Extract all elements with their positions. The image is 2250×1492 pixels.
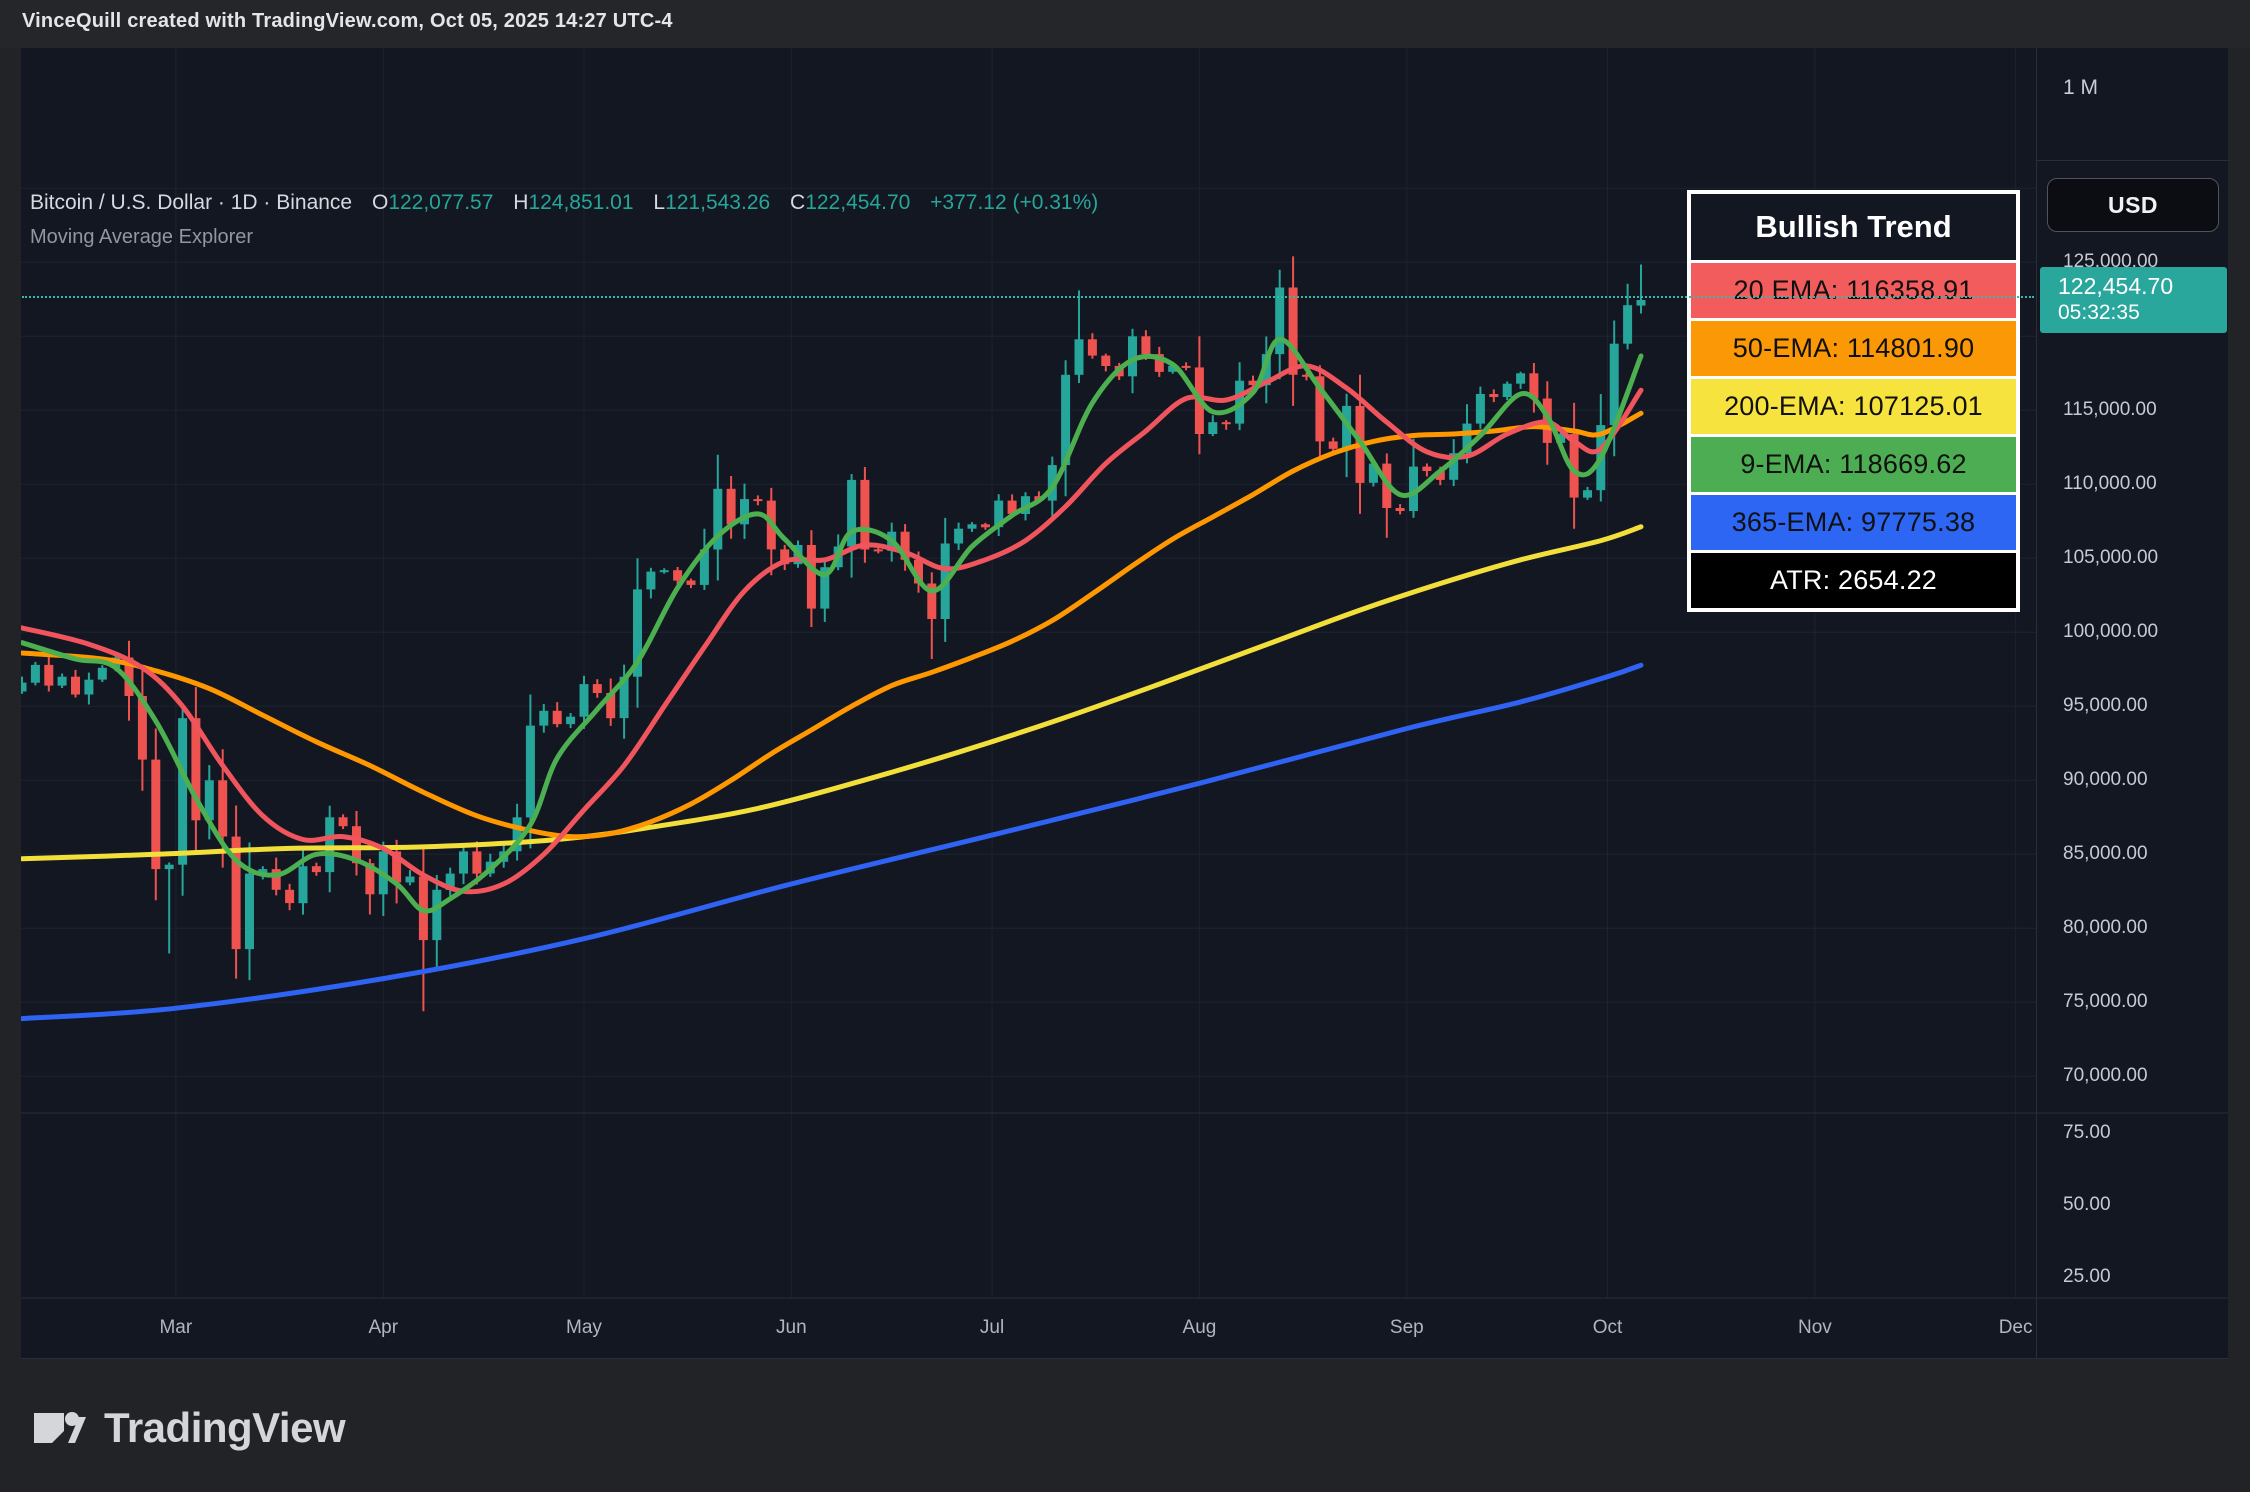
legend-row-200ema: 200-EMA: 107125.01 xyxy=(1691,379,2016,434)
currency-toggle-button[interactable]: USD xyxy=(2047,178,2219,232)
high-label: H xyxy=(513,191,529,214)
low-value: 121,543.26 xyxy=(665,191,771,214)
symbol-title[interactable]: Bitcoin / U.S. Dollar · 1D · Binance xyxy=(30,191,352,214)
time-axis[interactable]: Mar Apr May Jun Jul Aug Sep Oct Nov Dec xyxy=(21,1299,2036,1358)
tradingview-logo-icon xyxy=(34,1412,86,1443)
time-axis-label-mar: Mar xyxy=(159,1317,193,1338)
time-axis-label-jun: Jun xyxy=(776,1317,807,1338)
price-axis-label: 115,000.00 xyxy=(2063,399,2157,421)
indicator-title[interactable]: Moving Average Explorer xyxy=(30,220,1098,254)
price-axis-label: 100,000.00 xyxy=(2063,621,2159,643)
current-price-badge: 122,454.70 05:32:35 xyxy=(2040,267,2227,333)
price-scale[interactable]: 1 M USD 125,000.00 115,000.00 110,000.00 10… xyxy=(2036,48,2229,1358)
close-label: C xyxy=(790,191,806,214)
time-axis-label-sep: Sep xyxy=(1389,1317,1424,1338)
tradingview-screenshot: { "header": { "text": "VinceQuill create… xyxy=(0,0,2250,1492)
price-axis-label: 110,000.00 xyxy=(2063,473,2157,495)
price-axis-label: 70,000.00 xyxy=(2063,1065,2148,1087)
lower-pane-axis-label: 25.00 xyxy=(2063,1266,2111,1287)
open-label: O xyxy=(371,191,389,214)
price-axis-label: 85,000.00 xyxy=(2063,843,2148,865)
legend-row-atr: ATR: 2654.22 xyxy=(1691,553,2016,608)
legend-row-20ema: 20 EMA: 116358.91 xyxy=(1691,263,2016,318)
price-axis-label: 80,000.00 xyxy=(2063,917,2148,939)
time-axis-label-oct: Oct xyxy=(1592,1317,1623,1338)
scale-separator xyxy=(2037,160,2229,161)
time-axis-label-jul: Jul xyxy=(979,1317,1005,1338)
range-label: 1 M xyxy=(2063,76,2099,99)
legend-row-365ema: 365-EMA: 97775.38 xyxy=(1691,495,2016,550)
time-axis-label-may: May xyxy=(566,1317,602,1338)
high-value: 124,851.01 xyxy=(528,191,634,214)
close-value: 122,454.70 xyxy=(805,191,911,214)
legend-row-9ema: 9-EMA: 118669.62 xyxy=(1691,437,2016,492)
legend-title: Bullish Trend xyxy=(1691,194,2016,260)
price-axis-label: 105,000.00 xyxy=(2063,547,2159,569)
price-axis-label: 95,000.00 xyxy=(2063,695,2148,717)
legend-row-50ema: 50-EMA: 114801.90 xyxy=(1691,321,2016,376)
symbol-readout: Bitcoin / U.S. Dollar · 1D · Binance O12… xyxy=(30,186,1098,254)
badge-price: 122,454.70 xyxy=(2058,273,2174,299)
low-label: L xyxy=(653,191,666,214)
change-value: +377.12 (+0.31%) xyxy=(930,191,1099,214)
time-axis-label-aug: Aug xyxy=(1182,1317,1217,1338)
badge-countdown: 05:32:35 xyxy=(2058,301,2140,324)
price-axis-label: 90,000.00 xyxy=(2063,769,2148,791)
current-price-line xyxy=(22,296,2034,298)
open-value: 122,077.57 xyxy=(388,191,494,214)
time-axis-label-apr: Apr xyxy=(368,1317,399,1338)
symbol-title-row: Bitcoin / U.S. Dollar · 1D · Binance O12… xyxy=(30,186,1098,220)
lower-pane-axis-label: 50.00 xyxy=(2063,1194,2111,1215)
lower-pane-axis-label: 75.00 xyxy=(2063,1122,2111,1143)
ma-legend-box: Bullish Trend 20 EMA: 116358.91 50-EMA: … xyxy=(1687,190,2020,612)
time-axis-label-nov: Nov xyxy=(1798,1317,1832,1338)
tradingview-wordmark: TradingView xyxy=(104,1404,346,1451)
price-axis-label: 75,000.00 xyxy=(2063,991,2148,1013)
tradingview-logo[interactable]: TradingView xyxy=(30,1396,346,1460)
